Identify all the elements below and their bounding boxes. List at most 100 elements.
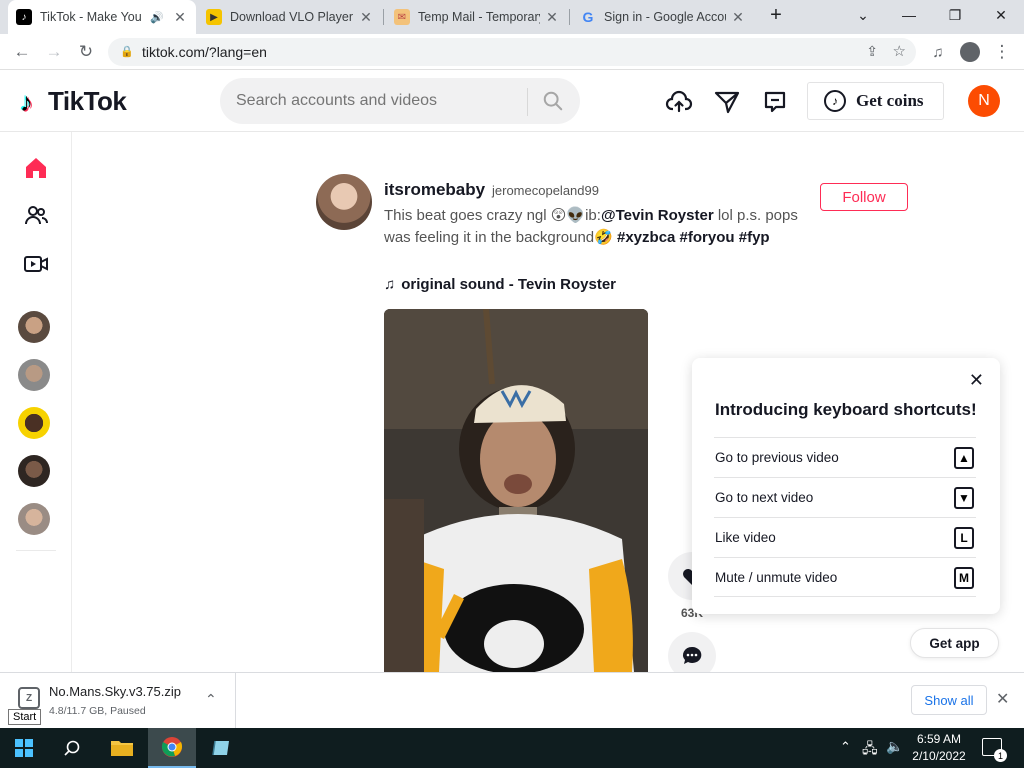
video-player[interactable] (384, 309, 648, 672)
music-note-icon: ♫ (384, 276, 396, 293)
show-all-button[interactable]: Show all (911, 685, 987, 715)
download-shelf: Z No.Mans.Sky.v3.75.zip 4.8/11.7 GB, Pau… (0, 672, 1024, 729)
get-coins-button[interactable]: ♪ Get coins (807, 82, 944, 120)
post-sound-link[interactable]: ♫ original sound - Tevin Royster (384, 276, 616, 293)
home-icon[interactable] (22, 154, 50, 182)
bookmark-star-icon[interactable]: ☆ (893, 42, 906, 60)
menu-kebab-icon[interactable]: ⋮ (988, 38, 1016, 66)
hashtag-link[interactable]: #foryou (680, 229, 735, 246)
close-tab-icon[interactable]: ✕ (544, 9, 560, 26)
tiktok-logo[interactable]: ♪ TikTok (20, 86, 127, 117)
follow-button[interactable]: Follow (820, 183, 908, 211)
search-icon[interactable] (48, 728, 96, 768)
suggested-account-avatar[interactable] (18, 359, 50, 391)
notification-center-icon[interactable]: 1 (982, 738, 1007, 762)
chrome-icon[interactable] (148, 728, 196, 768)
back-arrow-icon[interactable]: ← (8, 38, 36, 66)
shortcut-label: Go to previous video (715, 450, 839, 465)
media-control-icon[interactable]: ♫ (924, 38, 952, 66)
tab-title: Download VLO Player (230, 10, 353, 24)
arrow-down-key-icon: ▼ (954, 487, 974, 509)
live-video-icon[interactable] (22, 250, 50, 278)
close-tab-icon[interactable]: ✕ (358, 9, 374, 26)
m-key-icon: M (954, 567, 974, 589)
chevron-up-icon[interactable]: ⌃ (840, 739, 851, 755)
close-icon[interactable]: ✕ (996, 689, 1009, 709)
suggested-account-avatar[interactable] (18, 455, 50, 487)
minimize-button[interactable]: — (886, 0, 932, 30)
windows-start-icon[interactable] (0, 728, 48, 768)
post-author-avatar[interactable] (316, 174, 372, 230)
search-icon[interactable] (542, 90, 564, 112)
close-icon[interactable]: ✕ (969, 370, 984, 391)
hashtag-link[interactable]: #xyzbca (617, 229, 675, 246)
browser-toolbar: ← → ↻ 🔒 tiktok.com/?lang=en ⇪ ☆ ♫ ⋮ (0, 34, 1024, 70)
video-frame (384, 309, 648, 672)
lock-icon[interactable]: 🔒 (120, 45, 134, 58)
suggested-account-avatar[interactable] (18, 503, 50, 535)
download-filename: No.Mans.Sky.v3.75.zip (49, 684, 181, 699)
tab-vlo-player[interactable]: ▶ Download VLO Player ✕ (198, 0, 382, 34)
close-tab-icon[interactable]: ✕ (730, 9, 746, 26)
vlo-icon: ▶ (206, 9, 222, 25)
hashtag-link[interactable]: #fyp (739, 229, 770, 246)
comment-icon (683, 646, 702, 664)
app-icon[interactable] (198, 728, 246, 768)
upload-cloud-icon[interactable] (665, 88, 693, 116)
speaker-icon[interactable]: 🔊 (150, 11, 164, 24)
suggested-account-avatar[interactable] (18, 407, 50, 439)
browser-tab-strip: ♪ TikTok - Make You 🔊 ✕ ▶ Download VLO P… (0, 0, 1024, 34)
restore-button[interactable]: ❐ (932, 0, 978, 30)
caption-ib: ib: (585, 207, 601, 224)
taskbar-clock[interactable]: 6:59 AM 2/10/2022 (906, 731, 972, 765)
post-username[interactable]: itsromebaby (384, 180, 485, 200)
post-handle[interactable]: jeromecopeland99 (492, 183, 599, 198)
tab-title: Temp Mail - Temporary (418, 10, 540, 24)
address-bar[interactable]: 🔒 tiktok.com/?lang=en ⇪ ☆ (108, 38, 916, 66)
reload-icon[interactable]: ↻ (72, 38, 100, 66)
clock-date: 2/10/2022 (912, 749, 966, 763)
shortcuts-title: Introducing keyboard shortcuts! (715, 400, 977, 419)
volume-muted-icon[interactable]: 🔈 (886, 738, 903, 755)
search-input[interactable] (236, 90, 526, 112)
zip-file-icon: Z (18, 687, 40, 709)
new-tab-button[interactable]: + (754, 0, 798, 30)
close-tab-icon[interactable]: ✕ (172, 9, 188, 26)
shortcut-row: Go to previous video ▲ (714, 437, 976, 477)
profile-icon[interactable] (956, 38, 984, 66)
forward-arrow-icon[interactable]: → (40, 38, 68, 66)
tab-tiktok[interactable]: ♪ TikTok - Make You 🔊 ✕ (8, 0, 196, 34)
shortcut-row: Go to next video ▼ (714, 477, 976, 517)
sound-title: original sound - Tevin Royster (401, 276, 616, 293)
tab-google-signin[interactable]: G Sign in - Google Accou ✕ (572, 0, 754, 34)
tiktok-wordmark: TikTok (48, 86, 127, 116)
user-avatar[interactable]: N (968, 85, 1000, 117)
notification-count: 1 (994, 749, 1007, 762)
tab-search-icon[interactable]: ⌄ (840, 0, 886, 30)
close-window-button[interactable]: ✕ (978, 0, 1024, 30)
shortcut-label: Mute / unmute video (715, 570, 838, 585)
arrow-up-key-icon: ▲ (954, 447, 974, 469)
l-key-icon: L (954, 527, 974, 549)
share-icon[interactable]: ⇪ (866, 43, 878, 60)
tab-temp-mail[interactable]: ✉ Temp Mail - Temporary ✕ (386, 0, 568, 34)
caption-emoji: 🤣 (594, 229, 613, 246)
tempmail-icon: ✉ (394, 9, 410, 25)
caption-mention[interactable]: @Tevin Royster (601, 207, 714, 224)
inbox-icon[interactable] (761, 88, 789, 116)
network-icon[interactable]: 🖧 (862, 738, 878, 762)
coin-icon: ♪ (824, 90, 846, 112)
tiktok-header: ♪ TikTok ♪ Get coins N (0, 70, 1024, 132)
send-message-icon[interactable] (713, 88, 741, 116)
file-explorer-icon[interactable] (98, 728, 146, 768)
tab-separator (569, 9, 570, 25)
get-app-button[interactable]: Get app (910, 628, 999, 658)
chevron-up-icon[interactable]: ⌃ (205, 691, 217, 708)
shortcut-label: Like video (715, 530, 776, 545)
google-icon: G (582, 9, 594, 25)
url-text[interactable]: tiktok.com/?lang=en (142, 44, 267, 60)
following-icon[interactable] (22, 202, 50, 230)
suggested-account-avatar[interactable] (18, 311, 50, 343)
tiktok-icon: ♪ (16, 9, 32, 25)
start-tooltip: Start (8, 709, 42, 725)
